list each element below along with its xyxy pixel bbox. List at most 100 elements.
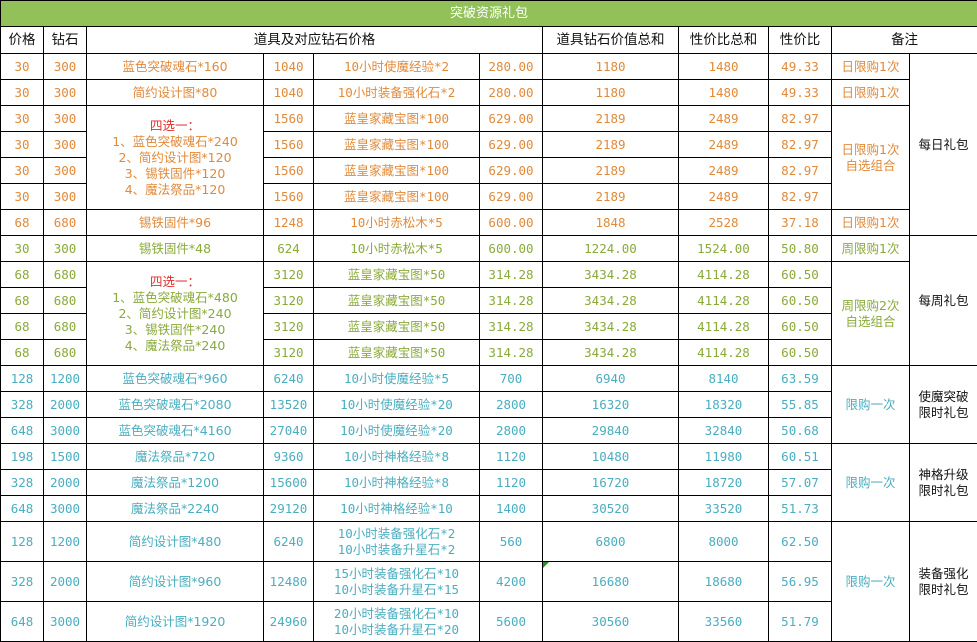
cell-item1: 蓝色突破魂石*960: [87, 366, 264, 392]
cell-price: 30: [1, 80, 44, 106]
cell-price: 198: [1, 444, 44, 470]
cell-item1: 蓝色突破魂石*2080: [87, 392, 264, 418]
cell-item2-a: 10小时装备强化石*2: [314, 526, 479, 542]
cell-v2: 1400: [480, 496, 543, 522]
cell-ratio: 82.97: [769, 106, 832, 132]
cell-v1: 1248: [264, 210, 314, 236]
cell-v2: 314.28: [480, 340, 543, 366]
cell-diamond: 300: [44, 132, 87, 158]
cell-ratio: 51.79: [769, 602, 832, 642]
cell-total: 30560: [543, 602, 679, 642]
cell-diamond: 2000: [44, 470, 87, 496]
cell-rtotal: 18320: [679, 392, 769, 418]
cell-total: 16720: [543, 470, 679, 496]
cell-item2: 10小时赤松木*5: [314, 236, 480, 262]
cell-v1: 27040: [264, 418, 314, 444]
choice-daily: 四选一： 1、蓝色突破魂石*240 2、简约设计图*120 3、锡铁固件*120…: [87, 106, 264, 210]
cell-price: 30: [1, 106, 44, 132]
cell-diamond: 680: [44, 210, 87, 236]
cell-diamond: 300: [44, 106, 87, 132]
header-items: 道具及对应钻石价格: [87, 27, 543, 54]
cell-price: 30: [1, 236, 44, 262]
cell-diamond: 3000: [44, 602, 87, 642]
cell-ratio: 82.97: [769, 158, 832, 184]
cell-diamond: 1200: [44, 522, 87, 562]
cell-diamond: 2000: [44, 392, 87, 418]
cell-rtotal: 32840: [679, 418, 769, 444]
note-divine: 神格升级 限时礼包: [910, 444, 977, 522]
cell-item2: 10小时神格经验*10: [314, 496, 480, 522]
cell-item2: 蓝皇家藏宝图*100: [314, 184, 480, 210]
cell-price: 128: [1, 366, 44, 392]
cell-diamond: 1200: [44, 366, 87, 392]
cell-item1: 蓝色突破魂石*160: [87, 54, 264, 80]
cell-rtotal: 4114.28: [679, 340, 769, 366]
cell-rtotal: 33560: [679, 602, 769, 642]
cell-price: 68: [1, 262, 44, 288]
cell-v1: 12480: [264, 562, 314, 602]
cell-item2: 蓝皇家藏宝图*50: [314, 262, 480, 288]
cell-limit: 日限购1次: [832, 80, 910, 106]
cell-total: 16320: [543, 392, 679, 418]
limit-familiar: 限购一次: [832, 366, 910, 444]
cell-total: 6940: [543, 366, 679, 392]
choice-daily-line: 2、简约设计图*120: [87, 150, 263, 166]
cell-price: 68: [1, 288, 44, 314]
choice-weekly-line: 1、蓝色突破魂石*480: [87, 290, 263, 306]
cell-item2: 10小时神格经验*8: [314, 444, 480, 470]
cell-rtotal: 18680: [679, 562, 769, 602]
cell-ratio: 62.50: [769, 522, 832, 562]
cell-price: 648: [1, 418, 44, 444]
cell-diamond: 680: [44, 262, 87, 288]
note-familiar-a: 使魔突破: [910, 389, 977, 405]
cell-diamond: 680: [44, 340, 87, 366]
cell-rtotal: 4114.28: [679, 262, 769, 288]
cell-price: 648: [1, 602, 44, 642]
cell-item2: 10小时装备强化石*2 10小时装备升星石*2: [314, 522, 480, 562]
choice-weekly-line: 2、简约设计图*240: [87, 306, 263, 322]
cell-v1: 3120: [264, 288, 314, 314]
note-divine-a: 神格升级: [910, 467, 977, 483]
cell-item2: 蓝皇家藏宝图*50: [314, 340, 480, 366]
cell-ratio: 57.07: [769, 470, 832, 496]
cell-v1: 1560: [264, 132, 314, 158]
note-equip-b: 限时礼包: [910, 582, 977, 598]
cell-diamond: 300: [44, 54, 87, 80]
cell-total: 2189: [543, 106, 679, 132]
cell-diamond: 300: [44, 158, 87, 184]
note-equip: 装备强化 限时礼包: [910, 522, 977, 642]
cell-item1: 魔法祭品*2240: [87, 496, 264, 522]
cell-v2: 629.00: [480, 106, 543, 132]
cell-v2: 5600: [480, 602, 543, 642]
cell-price: 68: [1, 314, 44, 340]
limit-weekly-choice: 周限购2次 自选组合: [832, 262, 910, 366]
cell-item2: 蓝皇家藏宝图*100: [314, 132, 480, 158]
cell-item2: 蓝皇家藏宝图*100: [314, 158, 480, 184]
cell-total: 3434.28: [543, 288, 679, 314]
cell-v1: 1040: [264, 80, 314, 106]
header-price: 价格: [1, 27, 44, 54]
cell-price: 30: [1, 54, 44, 80]
cell-ratio: 82.97: [769, 184, 832, 210]
cell-ratio: 50.68: [769, 418, 832, 444]
choice-daily-line: 4、魔法祭品*120: [87, 182, 263, 198]
cell-price: 30: [1, 132, 44, 158]
cell-item2: 20小时装备强化石*10 10小时装备升星石*20: [314, 602, 480, 642]
cell-diamond: 2000: [44, 562, 87, 602]
cell-total: 3434.28: [543, 314, 679, 340]
cell-ratio: 60.50: [769, 340, 832, 366]
cell-item2: 10小时装备强化石*2: [314, 80, 480, 106]
limit-weekly-choice-b: 自选组合: [832, 314, 909, 330]
limit-daily-choice: 日限购1次 自选组合: [832, 106, 910, 210]
cell-limit: 周限购1次: [832, 236, 910, 262]
note-familiar: 使魔突破 限时礼包: [910, 366, 977, 444]
cell-ratio: 49.33: [769, 80, 832, 106]
cell-price: 328: [1, 392, 44, 418]
cell-total: 6800: [543, 522, 679, 562]
cell-ratio: 60.50: [769, 314, 832, 340]
cell-v2: 1120: [480, 470, 543, 496]
cell-v1: 1560: [264, 106, 314, 132]
cell-rtotal: 18720: [679, 470, 769, 496]
cell-total: 3434.28: [543, 262, 679, 288]
cell-v1: 24960: [264, 602, 314, 642]
